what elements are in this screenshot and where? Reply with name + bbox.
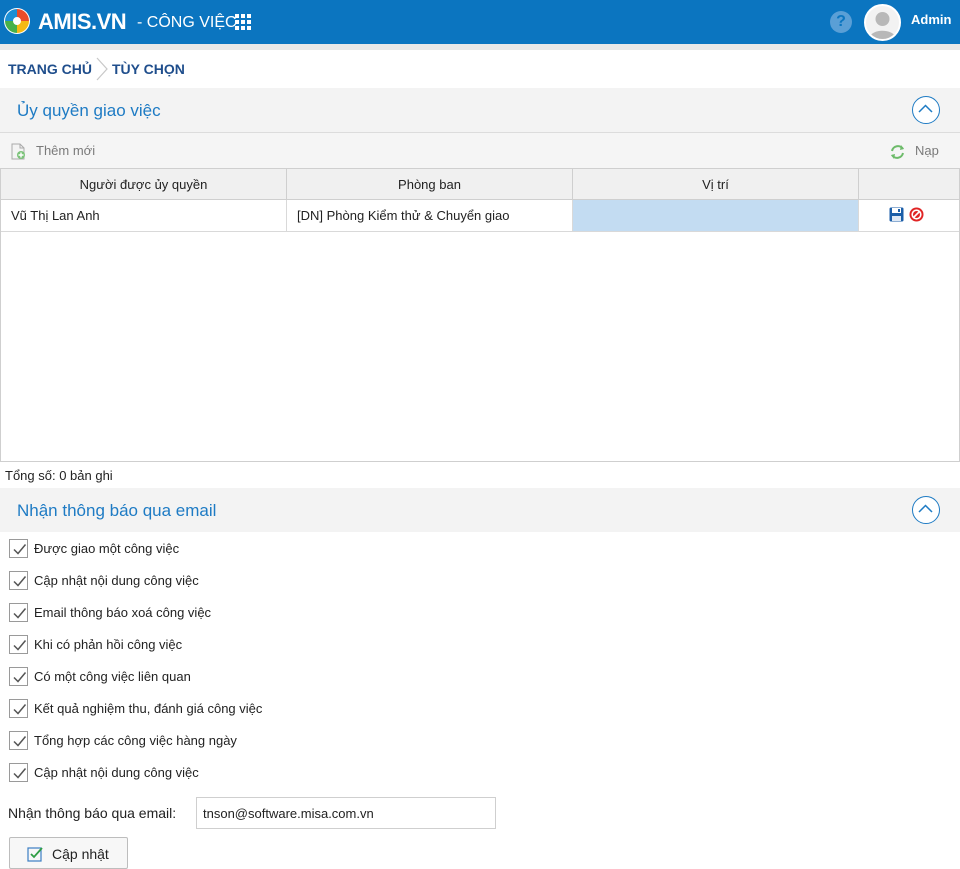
amis-logo-icon[interactable]	[2, 6, 32, 36]
table-cell-position[interactable]	[573, 200, 859, 232]
delegation-section-header: Ủy quyền giao việc	[0, 88, 960, 132]
check-icon	[13, 704, 27, 715]
checkbox-label: Tổng hợp các công việc hàng ngày	[34, 733, 237, 748]
checkbox-label: Khi có phản hồi công việc	[34, 637, 183, 652]
save-icon[interactable]	[889, 207, 904, 222]
table-cell-person[interactable]: Vũ Thị Lan Anh	[1, 200, 287, 232]
refresh-icon	[891, 145, 904, 159]
check-icon	[13, 608, 27, 619]
check-icon	[13, 672, 27, 683]
delegation-table: Người được ủy quyền Phòng ban Vị trí Vũ …	[0, 168, 960, 462]
checkbox-checked[interactable]	[9, 731, 28, 750]
row-actions	[859, 200, 959, 232]
checkbox-checked[interactable]	[9, 667, 28, 686]
email-field-label: Nhận thông báo qua email:	[8, 805, 177, 821]
checkbox-checked[interactable]	[9, 699, 28, 718]
checkbox-checked[interactable]	[9, 539, 28, 558]
checkbox-check-icon	[27, 847, 43, 862]
column-header-department[interactable]: Phòng ban	[287, 169, 573, 200]
table-cell-department[interactable]: [DN] Phòng Kiểm thử & Chuyển giao	[287, 200, 573, 232]
total-records: Tổng số: 0 bản ghi	[5, 468, 113, 483]
reload-button[interactable]: Nạp	[889, 142, 949, 160]
module-name: - CÔNG VIỆC	[137, 14, 237, 31]
check-icon	[13, 736, 27, 747]
grid-icon[interactable]	[235, 14, 251, 30]
breadcrumb: TRANG CHỦ TÙY CHỌN	[0, 50, 960, 88]
delegation-toolbar: Thêm mới Nạp	[0, 132, 960, 168]
column-header-position[interactable]: Vị trí	[573, 169, 859, 200]
delegation-title: Ủy quyền giao việc	[17, 101, 161, 120]
add-new-label: Thêm mới	[36, 143, 96, 158]
email-field[interactable]	[196, 797, 496, 829]
breadcrumb-home[interactable]: TRANG CHỦ	[8, 61, 92, 77]
add-document-icon	[11, 143, 25, 160]
username[interactable]: Admin	[911, 12, 951, 27]
brand-name[interactable]: AMIS.VN	[38, 10, 127, 34]
delete-icon[interactable]	[909, 207, 924, 222]
checkbox-checked[interactable]	[9, 635, 28, 654]
checkbox-label: Kết quả nghiệm thu, đánh giá công việc	[34, 701, 263, 716]
top-bar: AMIS.VN - CÔNG VIỆC ? Admin	[0, 0, 960, 44]
collapse-delegation-button[interactable]	[912, 96, 940, 124]
checkbox-checked[interactable]	[9, 603, 28, 622]
update-button[interactable]: Cập nhật	[9, 837, 128, 869]
breadcrumb-current[interactable]: TÙY CHỌN	[112, 61, 185, 77]
notifications-section-header: Nhận thông báo qua email	[0, 488, 960, 532]
chevron-up-icon	[918, 504, 933, 513]
chevron-right-icon	[96, 57, 108, 81]
checkbox-label: Có một công việc liên quan	[34, 669, 191, 684]
check-icon	[13, 768, 27, 779]
check-icon	[13, 640, 27, 651]
checkbox-checked[interactable]	[9, 763, 28, 782]
notifications-title: Nhận thông báo qua email	[17, 501, 217, 520]
column-header-actions	[859, 169, 959, 200]
help-icon[interactable]: ?	[830, 11, 852, 33]
collapse-notifications-button[interactable]	[912, 496, 940, 524]
checkbox-label: Được giao một công việc	[34, 541, 180, 556]
chevron-up-icon	[918, 104, 933, 113]
check-icon	[13, 576, 27, 587]
checkbox-label: Cập nhật nội dung công việc	[34, 573, 199, 588]
column-header-person[interactable]: Người được ủy quyền	[1, 169, 287, 200]
checkbox-label: Cập nhật nội dung công việc	[34, 765, 199, 780]
checkbox-label: Email thông báo xoá công việc	[34, 605, 212, 620]
update-label: Cập nhật	[52, 846, 109, 862]
checkbox-checked[interactable]	[9, 571, 28, 590]
reload-label: Nạp	[915, 143, 939, 158]
check-icon	[13, 544, 27, 555]
user-avatar-icon[interactable]	[864, 4, 901, 41]
